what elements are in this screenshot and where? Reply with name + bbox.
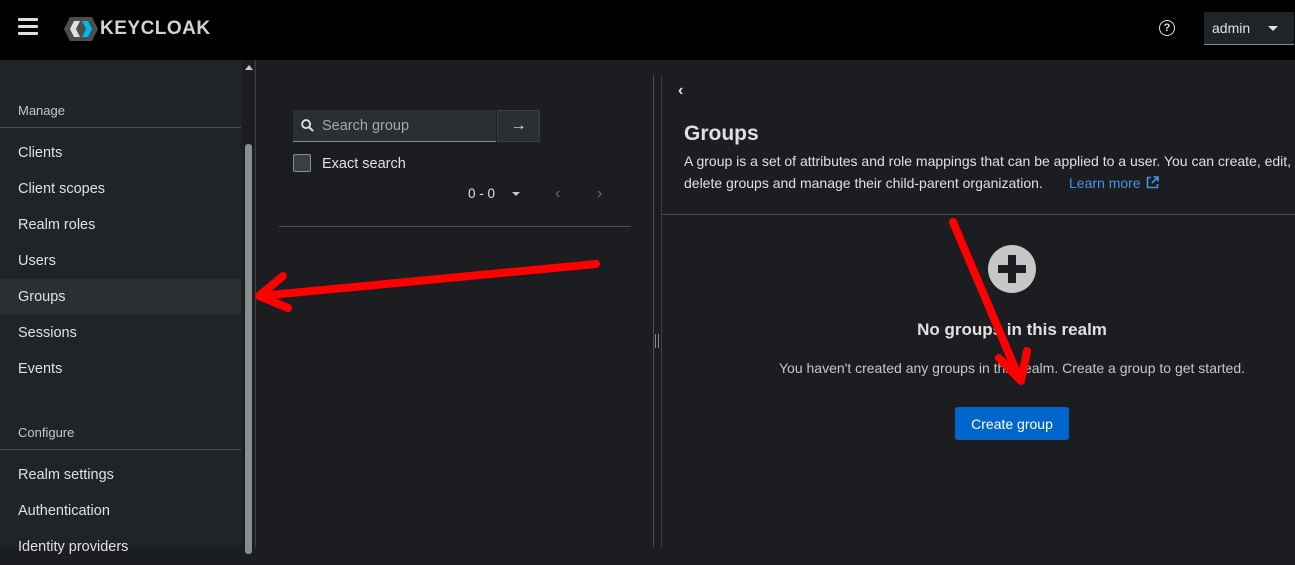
exact-search-checkbox[interactable] [293,154,311,172]
brand-name: KEYCLOAK [100,18,211,39]
pagination-prev-button[interactable]: ‹ [555,185,560,203]
plus-circle-icon [988,245,1036,293]
divider [0,127,241,128]
divider [279,226,631,227]
caret-down-icon [1268,26,1278,31]
sidebar-item-sessions[interactable]: Sessions [0,315,241,351]
search-icon [301,119,314,132]
sidebar: Manage Clients Client scopes Realm roles… [0,60,256,555]
hamburger-icon[interactable] [18,18,38,36]
page-description-line1: A group is a set of attributes and role … [684,153,1295,169]
pagination-next-button[interactable]: › [597,185,602,203]
sidebar-item-users[interactable]: Users [0,243,241,279]
sidebar-item-clients[interactable]: Clients [0,135,241,171]
sidebar-item-events[interactable]: Events [0,351,241,387]
sidebar-item-identity-providers[interactable]: Identity providers [0,529,241,565]
page-description-line2: delete groups and manage their child-par… [684,175,1043,191]
scroll-thumb[interactable] [245,144,252,554]
learn-more-label: Learn more [1069,175,1141,191]
empty-state-body: You haven't created any groups in this r… [779,360,1245,376]
external-link-icon [1147,176,1160,189]
scroll-up-icon[interactable] [245,65,253,70]
collapse-tree-button[interactable]: ‹ [678,82,683,100]
sidebar-item-realm-settings[interactable]: Realm settings [0,457,241,493]
learn-more-link[interactable]: Learn more [1069,172,1160,194]
caret-down-icon[interactable] [512,192,520,196]
sidebar-item-groups[interactable]: Groups [0,279,241,315]
username: admin [1212,20,1251,36]
exact-search-label: Exact search [322,156,406,172]
search-group-input[interactable] [322,117,482,134]
detail-border [661,75,662,547]
page-title: Groups [684,122,759,145]
arrow-right-icon: → [510,117,527,134]
panel-splitter [653,75,654,547]
brand-logo[interactable]: KEYCLOAK [64,16,211,42]
sidebar-item-client-scopes[interactable]: Client scopes [0,171,241,207]
empty-state-title: No groups in this realm [917,320,1107,339]
search-group-field[interactable] [293,110,496,142]
sidebar-item-authentication[interactable]: Authentication [0,493,241,529]
masthead: KEYCLOAK ? admin [0,0,1295,60]
create-group-button[interactable]: Create group [955,407,1069,440]
section-manage: Manage [18,103,65,118]
keycloak-logo-icon [64,17,98,41]
pagination-toggle[interactable]: 0 - 0 [468,186,495,201]
splitter-handle[interactable] [655,334,659,348]
divider [0,449,241,450]
sidebar-scrollbar[interactable] [242,60,254,554]
help-icon[interactable]: ? [1159,20,1175,36]
search-submit-button[interactable]: → [497,110,540,142]
sidebar-item-realm-roles[interactable]: Realm roles [0,207,241,243]
section-configure: Configure [18,425,75,440]
user-menu[interactable]: admin [1204,12,1294,45]
divider [662,214,1295,215]
